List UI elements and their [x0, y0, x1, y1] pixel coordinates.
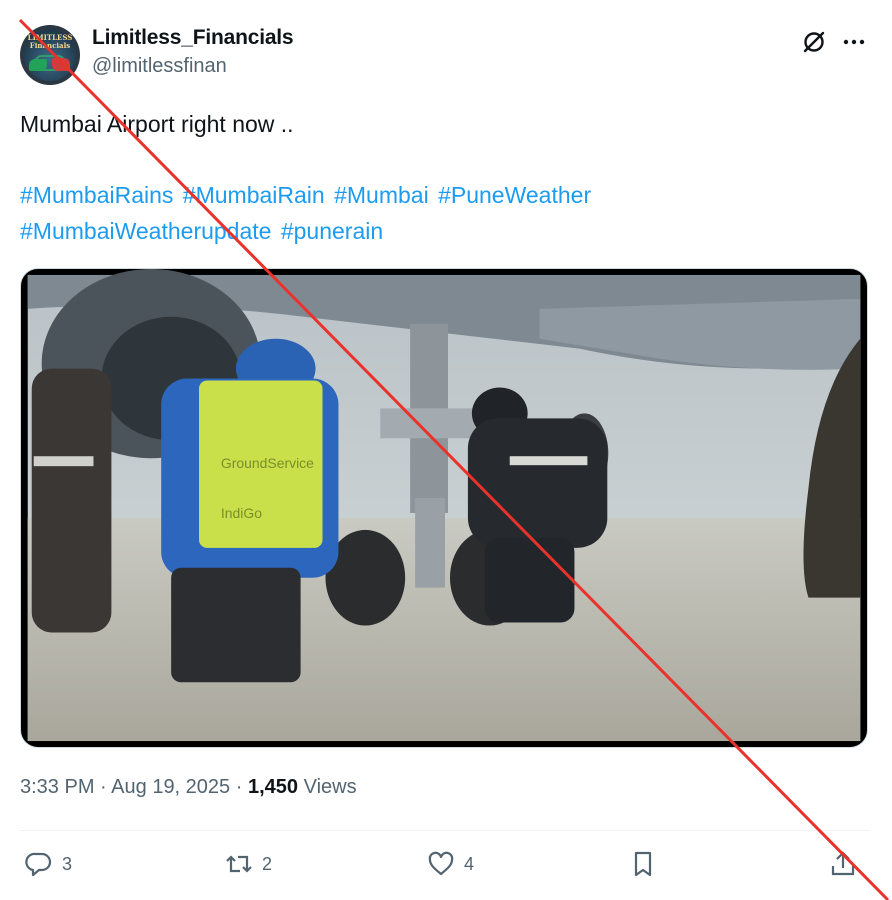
reply-icon — [25, 852, 52, 877]
meta-separator: · — [100, 776, 107, 798]
hashtag-link[interactable]: #punerain — [281, 218, 383, 244]
avatar-logo-text: LIMITLESS Financials — [27, 33, 73, 50]
author-display-name[interactable]: Limitless_Financials — [92, 26, 294, 50]
repost-icon — [226, 855, 252, 873]
more-dots-icon[interactable] — [840, 28, 868, 56]
avatar-bull-icon — [29, 59, 47, 71]
tweet-meta: 3:33 PM · Aug 19, 2025 · 1,450 Views — [20, 776, 357, 799]
tweet-date[interactable]: Aug 19, 2025 — [111, 776, 230, 798]
video-thumbnail: GroundService IndiGo — [27, 269, 861, 742]
reply-button[interactable]: 3 — [24, 840, 72, 888]
views-count: 1,450 — [247, 776, 299, 798]
share-button[interactable] — [828, 840, 858, 888]
divider — [20, 830, 870, 831]
bookmark-icon — [634, 851, 652, 877]
media-video[interactable]: GroundService IndiGo — [20, 268, 868, 748]
like-count: 4 — [464, 853, 475, 874]
repost-count: 2 — [262, 853, 273, 874]
author-handle[interactable]: @limitlessfinan — [92, 55, 227, 78]
hashtag-link[interactable]: #MumbaiWeatherupdate — [20, 218, 271, 244]
hashtag-link[interactable]: #MumbaiRain — [183, 182, 325, 208]
heart-icon — [428, 851, 454, 876]
avatar-bear-icon — [52, 58, 70, 71]
tweet-time[interactable]: 3:33 PM — [20, 776, 94, 798]
hashtag-link[interactable]: #Mumbai — [334, 182, 429, 208]
tweet-hashtags: #MumbaiRains #MumbaiRain #Mumbai #PuneWe… — [20, 177, 870, 249]
hashtag-link[interactable]: #PuneWeather — [438, 182, 591, 208]
share-icon — [831, 851, 855, 876]
action-bar: 3 2 4 — [20, 840, 870, 888]
avatar[interactable]: LIMITLESS Financials — [20, 25, 80, 85]
like-button[interactable]: 4 — [426, 840, 474, 888]
vest-text: GroundService — [221, 455, 314, 471]
views-label: Views — [303, 776, 357, 798]
repost-button[interactable]: 2 — [224, 840, 272, 888]
tweet-text: Mumbai Airport right now .. — [20, 111, 294, 137]
reply-count: 3 — [62, 853, 73, 874]
bookmark-button[interactable] — [628, 840, 658, 888]
grok-slash-circle-icon[interactable] — [800, 28, 828, 56]
hashtag-link[interactable]: #MumbaiRains — [20, 182, 173, 208]
vest-brand: IndiGo — [221, 505, 262, 521]
meta-separator: · — [235, 776, 243, 798]
tweet-header: LIMITLESS Financials Limitless_Financial… — [20, 22, 872, 86]
